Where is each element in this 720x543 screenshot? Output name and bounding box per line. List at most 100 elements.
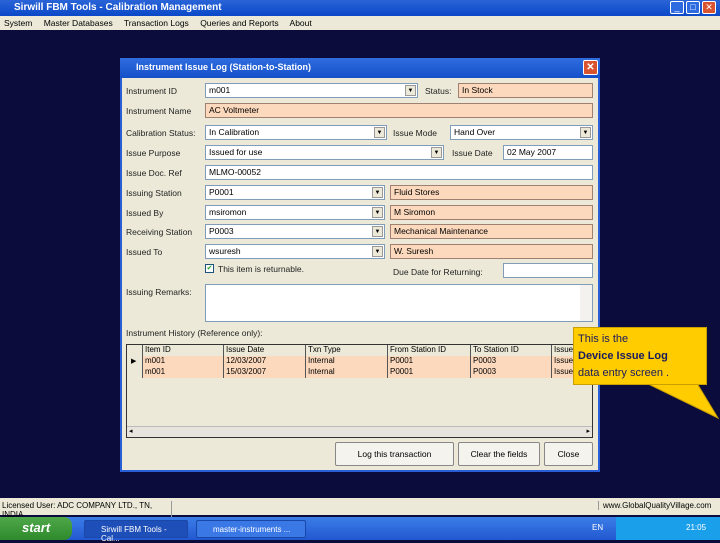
column-header[interactable]: To Station ID [470,345,551,356]
table-cell[interactable]: P0003 [470,367,551,378]
dialog-title: Instrument Issue Log (Station-to-Station… [136,62,311,72]
column-header[interactable]: Item ID [142,345,223,356]
chevron-down-icon[interactable]: ▼ [372,246,383,257]
remarks-scrollbar[interactable] [580,285,592,321]
system-tray: 21:05 [616,517,720,540]
table-cell[interactable]: Internal [305,367,387,378]
table-cell[interactable]: P0001 [387,356,470,367]
column-header[interactable]: Txn Type [305,345,387,356]
app-title-bar: Sirwill FBM Tools - Calibration Manageme… [0,0,720,16]
grid-horizontal-scrollbar[interactable]: ◂ ▸ [127,426,592,437]
remarks-label: Issuing Remarks: [126,287,192,297]
issuing-station-combo[interactable]: P0001 ▼ [205,185,385,200]
instrument-id-label: Instrument ID [126,86,178,96]
table-cell[interactable]: m001 [142,367,223,378]
app-title: Sirwill FBM Tools - Calibration Manageme… [14,2,222,13]
callout-line-1: This is the [578,333,629,345]
menu-bar: System Master Databases Transaction Logs… [0,16,720,30]
column-header[interactable]: From Station ID [387,345,470,356]
issued-by-name: M Siromon [390,205,593,220]
issued-to-combo[interactable]: wsuresh ▼ [205,244,385,259]
close-button[interactable]: Close [544,442,593,466]
instrument-name-field: AC Voltmeter [205,103,593,118]
maximize-button[interactable]: □ [686,1,700,14]
issue-purpose-combo[interactable]: Issued for use ▼ [205,145,444,160]
status-label: Status: [425,86,452,96]
receiving-station-name: Mechanical Maintenance [390,224,593,239]
due-date-label: Due Date for Returning: [393,267,483,277]
chevron-down-icon[interactable]: ▼ [405,85,416,96]
issue-date-label: Issue Date [452,148,493,158]
chevron-down-icon[interactable]: ▼ [372,187,383,198]
callout-line-3: data entry screen . [578,367,670,379]
menu-system[interactable]: System [4,18,32,28]
issue-doc-ref-field[interactable]: MLMO-00052 [205,165,593,180]
menu-about[interactable]: About [290,18,312,28]
callout-note: This is the Device Issue Log data entry … [573,327,707,385]
issuing-station-value: P0001 [209,187,234,197]
language-indicator[interactable]: EN [592,523,603,532]
issued-by-combo[interactable]: msiromon ▼ [205,205,385,220]
history-label: Instrument History (Reference only): [126,328,263,338]
table-cell[interactable]: 12/03/2007 [223,356,305,367]
instrument-name-label: Instrument Name [126,106,192,116]
log-transaction-button[interactable]: Log this transaction [335,442,454,466]
start-button[interactable]: start [0,517,72,540]
dialog-close-button[interactable]: ✕ [583,60,598,75]
issued-to-name: W. Suresh [390,244,593,259]
instrument-id-combo[interactable]: m001 ▼ [205,83,418,98]
instrument-id-value: m001 [209,85,231,95]
issue-mode-combo[interactable]: Hand Over ▼ [450,125,593,140]
row-selector-arrow-icon[interactable]: ▶ [127,356,142,378]
chevron-down-icon[interactable]: ▼ [374,127,385,138]
remarks-textarea[interactable] [205,284,593,322]
receiving-station-label: Receiving Station [126,227,193,237]
table-cell[interactable]: Internal [305,356,387,367]
chevron-down-icon[interactable]: ▼ [372,207,383,218]
website: www.GlobalQualityVillage.com [598,501,711,510]
calibration-status-combo[interactable]: In Calibration ▼ [205,125,387,140]
task-sirwill[interactable]: Sirwill FBM Tools - Cal... [84,520,188,543]
issuing-station-label: Issuing Station [126,188,182,198]
table-cell[interactable]: 15/03/2007 [223,367,305,378]
issue-purpose-label: Issue Purpose [126,148,181,158]
clear-fields-button[interactable]: Clear the fields [458,442,540,466]
callout-line-2: Device Issue Log [578,350,668,362]
scroll-left-icon[interactable]: ◂ [129,427,133,435]
clock: 21:05 [686,523,707,532]
returnable-checkbox[interactable]: ✔ [205,264,214,273]
issued-to-label: Issued To [126,247,163,257]
menu-master-databases[interactable]: Master Databases [44,18,113,28]
issued-to-value: wsuresh [209,246,241,256]
column-header[interactable]: Issue Date [223,345,305,356]
status-bar: Licensed User: ADC COMPANY LTD., TN, IND… [0,498,720,519]
calibration-status-value: In Calibration [209,127,260,137]
issue-mode-label: Issue Mode [393,128,437,138]
issue-purpose-value: Issued for use [209,147,263,157]
minimize-button[interactable]: _ [670,1,684,14]
issuing-station-name: Fluid Stores [390,185,593,200]
task-master-instruments[interactable]: master-instruments ... [196,520,306,538]
chevron-down-icon[interactable]: ▼ [431,147,442,158]
issue-date-field[interactable]: 02 May 2007 [503,145,593,160]
receiving-station-value: P0003 [209,226,234,236]
table-cell[interactable]: P0003 [470,356,551,367]
history-grid: ▶ Item ID Issue Date Txn Type From Station … [126,344,593,438]
issued-by-label: Issued By [126,208,164,218]
table-cell[interactable]: P0001 [387,367,470,378]
due-date-field[interactable] [503,263,593,278]
issue-mode-value: Hand Over [454,127,496,137]
issue-doc-ref-label: Issue Doc. Ref [126,168,182,178]
close-app-button[interactable]: ✕ [702,1,716,14]
menu-transaction-logs[interactable]: Transaction Logs [124,18,189,28]
chevron-down-icon[interactable]: ▼ [580,127,591,138]
scroll-right-icon[interactable]: ▸ [586,427,590,435]
table-cell[interactable]: m001 [142,356,223,367]
receiving-station-combo[interactable]: P0003 ▼ [205,224,385,239]
start-label: start [22,520,51,535]
dialog-title-bar: Instrument Issue Log (Station-to-Station… [120,58,600,78]
status-field: In Stock [458,83,593,98]
menu-queries-reports[interactable]: Queries and Reports [200,18,278,28]
chevron-down-icon[interactable]: ▼ [372,226,383,237]
callout-pointer [639,380,720,420]
